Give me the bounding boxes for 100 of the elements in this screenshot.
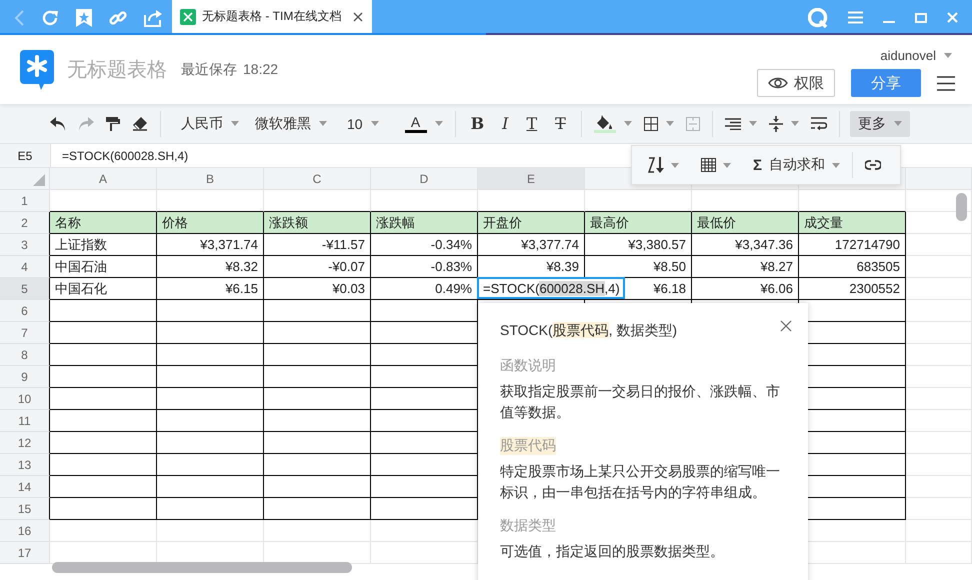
italic-button[interactable]: I xyxy=(496,110,514,136)
permission-button[interactable]: 权限 xyxy=(757,69,835,97)
function-signature: STOCK(股票代码, 数据类型) xyxy=(500,322,678,340)
caret-icon xyxy=(790,121,799,126)
table-cell: 涨跌幅 xyxy=(371,212,478,234)
link-icon xyxy=(865,160,882,170)
table-cell xyxy=(906,366,972,388)
table-cell: 涨跌额 xyxy=(264,212,371,234)
row-header[interactable]: 12 xyxy=(18,436,32,450)
section-text: 特定股票市场上某只公开交易股票的缩写唯一标识，由一串包括在括号内的字符串组成。 xyxy=(500,462,781,502)
caret-icon xyxy=(434,121,443,126)
close-icon[interactable] xyxy=(780,320,792,332)
autosum-button[interactable]: Σ 自动求和 xyxy=(747,152,846,178)
maximize-icon[interactable] xyxy=(915,12,927,22)
tab-title: 无标题表格 - TIM在线文档 xyxy=(202,8,342,25)
row-header[interactable]: 15 xyxy=(18,502,32,516)
row-header[interactable]: 1 xyxy=(21,194,28,208)
table-cell: ¥3,371.74 xyxy=(157,234,264,256)
section-heading: 数据类型 xyxy=(500,517,556,535)
caret-icon xyxy=(748,121,757,126)
row-header[interactable]: 5 xyxy=(21,282,28,296)
bold-button[interactable]: B xyxy=(464,110,490,136)
caret-icon xyxy=(894,121,902,126)
table-cell xyxy=(906,520,972,542)
table-cell: 683505 xyxy=(799,256,906,278)
share-button[interactable]: 分享 xyxy=(851,69,921,97)
table-cell: -¥0.07 xyxy=(264,256,371,278)
cell-editor[interactable]: =STOCK(600028.SH,4) xyxy=(477,277,625,299)
table-cell xyxy=(906,410,972,432)
row-header[interactable]: 13 xyxy=(18,458,32,472)
refresh-icon[interactable] xyxy=(41,8,59,26)
table-cell: ¥6.15 xyxy=(157,278,264,300)
font-color-button[interactable]: A xyxy=(398,110,449,136)
column-header[interactable]: D xyxy=(420,172,428,186)
row-header[interactable]: 17 xyxy=(18,546,32,560)
table-cell xyxy=(906,388,972,410)
strikethrough-button[interactable]: T xyxy=(549,110,572,136)
table-cell: -0.34% xyxy=(371,234,478,256)
currency-select[interactable]: 人民币 xyxy=(175,110,245,136)
caret-icon xyxy=(319,121,327,126)
row-header[interactable]: 7 xyxy=(21,326,28,340)
vertical-scrollbar[interactable] xyxy=(956,193,967,221)
table-cell: 2300552 xyxy=(799,278,906,300)
link-icon[interactable] xyxy=(109,8,127,26)
column-header[interactable]: A xyxy=(98,172,107,186)
q-logo-icon[interactable] xyxy=(808,8,828,28)
table-cell xyxy=(906,454,972,476)
row-header[interactable]: 9 xyxy=(21,370,28,384)
close-icon[interactable] xyxy=(353,12,364,22)
logo-icon[interactable] xyxy=(20,50,54,90)
redo-icon xyxy=(78,116,94,130)
align-right-icon xyxy=(724,118,741,130)
table-cell: ¥8.27 xyxy=(692,256,799,278)
caret-icon xyxy=(944,53,952,58)
sort-icon xyxy=(648,156,664,174)
grid-icon xyxy=(644,116,658,130)
table-cell: 名称 xyxy=(50,212,157,234)
table-cell xyxy=(906,344,972,366)
section-heading: 函数说明 xyxy=(500,357,556,375)
user-name[interactable]: aidunovel xyxy=(880,48,936,63)
more-button[interactable]: 更多 xyxy=(850,110,910,136)
table-cell xyxy=(906,256,972,278)
table-cell: 上证指数 xyxy=(50,234,157,256)
browser-tab[interactable]: 无标题表格 - TIM在线文档 xyxy=(172,0,372,33)
column-header[interactable]: E xyxy=(526,172,535,186)
table-icon xyxy=(701,158,716,172)
table-cell xyxy=(906,498,972,520)
row-header[interactable]: 4 xyxy=(21,260,28,274)
row-header[interactable]: 10 xyxy=(18,392,32,406)
row-header[interactable]: 3 xyxy=(21,238,28,252)
font-size-select[interactable]: 10 xyxy=(341,110,385,136)
paint-bucket-icon xyxy=(596,114,613,128)
row-header[interactable]: 2 xyxy=(21,216,28,230)
row-header[interactable]: 6 xyxy=(21,304,28,318)
undo-icon xyxy=(50,116,66,130)
row-header[interactable]: 11 xyxy=(18,414,31,428)
section-heading: 股票代码 xyxy=(500,437,556,455)
caret-icon xyxy=(624,121,632,126)
table-cell: 价格 xyxy=(157,212,264,234)
row-header[interactable]: 14 xyxy=(18,480,32,494)
column-header[interactable]: B xyxy=(206,172,214,186)
table-cell: 成交量 xyxy=(799,212,906,234)
table-cell: 最低价 xyxy=(692,212,799,234)
underline-button[interactable]: T xyxy=(520,110,544,136)
row-header[interactable]: 8 xyxy=(21,348,28,362)
row-header[interactable]: 16 xyxy=(18,524,32,538)
bookmark-icon[interactable] xyxy=(76,8,92,26)
font-select[interactable]: 微软雅黑 xyxy=(249,110,333,136)
menu-icon[interactable] xyxy=(937,76,955,90)
caret-icon xyxy=(666,121,674,126)
column-header[interactable]: C xyxy=(312,172,322,186)
merge-cells-icon xyxy=(686,116,700,130)
share-icon[interactable] xyxy=(144,8,162,26)
horizontal-scrollbar[interactable] xyxy=(52,562,352,573)
formula-field[interactable]: =STOCK(600028.SH,4) xyxy=(62,148,188,162)
table-cell: 最高价 xyxy=(585,212,692,234)
table-cell: ¥3,377.74 xyxy=(478,234,585,256)
cell-reference: E5 xyxy=(18,148,32,162)
select-all-icon[interactable] xyxy=(33,174,45,186)
paint-roller-icon xyxy=(106,116,120,130)
